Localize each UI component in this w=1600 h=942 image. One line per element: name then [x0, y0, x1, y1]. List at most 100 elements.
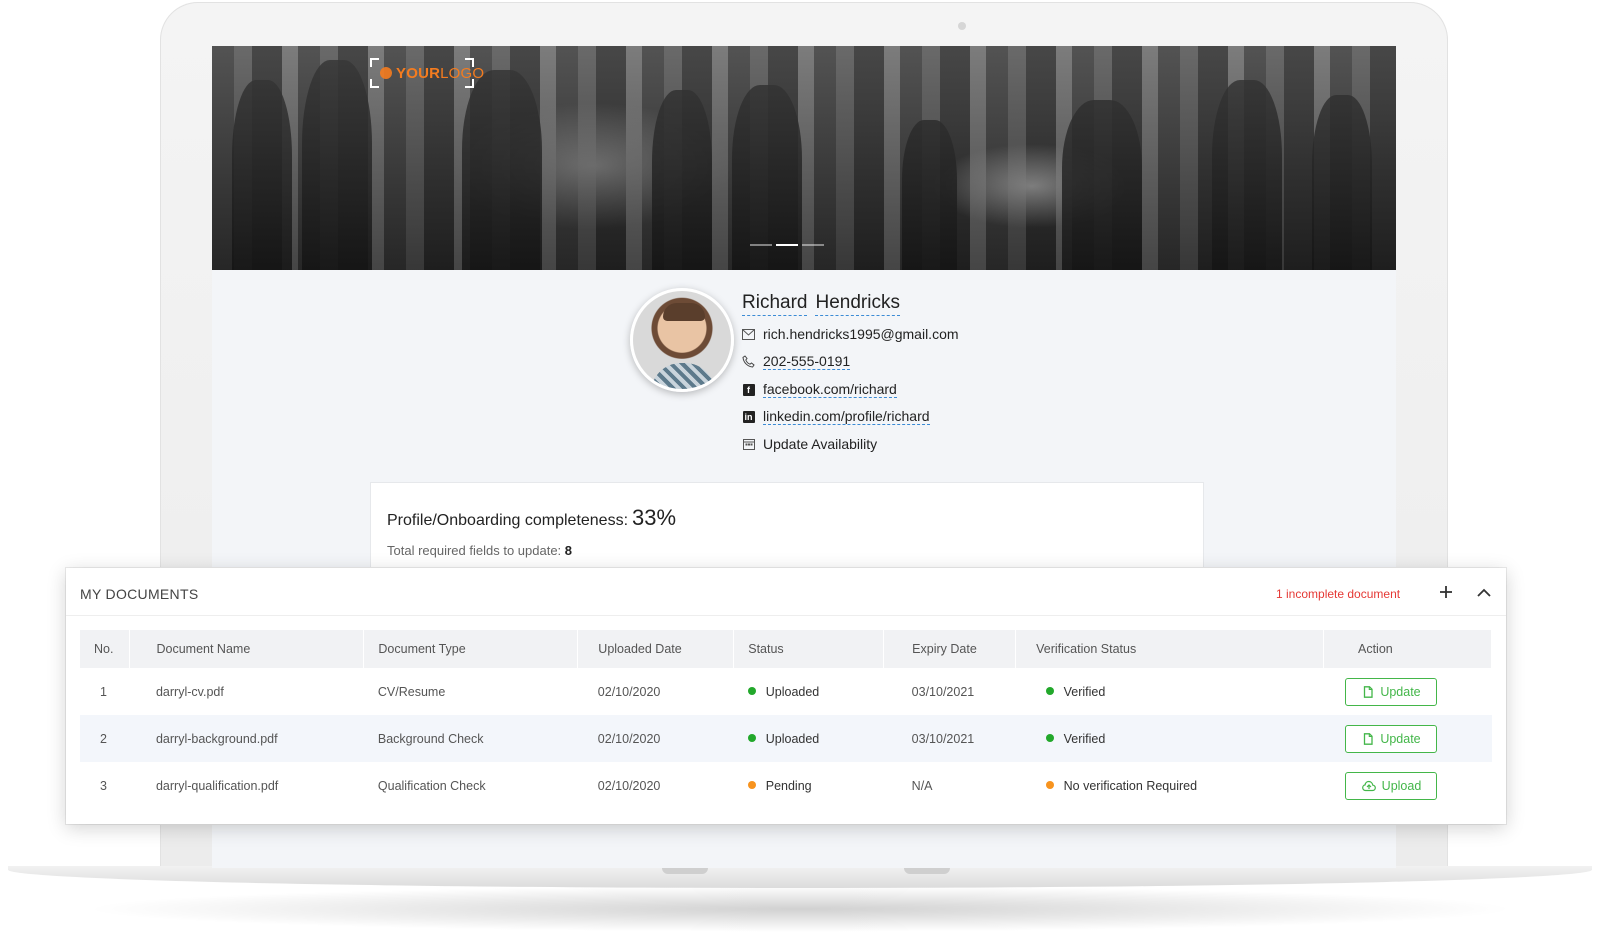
table-row: 1 darryl-cv.pdf CV/Resume 02/10/2020 Upl…: [80, 668, 1492, 715]
email-value[interactable]: rich.hendricks1995@gmail.com: [763, 326, 959, 342]
update-availability-link[interactable]: Update Availability: [763, 436, 877, 452]
status-dot-icon: [747, 781, 756, 790]
col-document-name[interactable]: Document Name: [129, 630, 365, 668]
incomplete-warning: 1 incomplete document: [1276, 587, 1401, 601]
linkedin-link[interactable]: linkedin.com/profile/richard: [763, 408, 930, 425]
envelope-icon: [742, 328, 755, 341]
cell-expiry-date: 03/10/2021: [883, 715, 1016, 762]
completeness-title: Profile/Onboarding completeness: 33%: [387, 505, 676, 531]
cell-action: Update: [1323, 715, 1492, 762]
status-text: Pending: [765, 778, 812, 793]
col-no[interactable]: No.: [80, 630, 131, 668]
documents-panel: MY DOCUMENTS 1 incomplete document No. D…: [66, 568, 1506, 824]
cell-expiry-date: 03/10/2021: [911, 684, 975, 699]
update-button[interactable]: Update: [1345, 677, 1438, 706]
upload-button[interactable]: Upload: [1345, 771, 1438, 800]
update-button-label: Update: [1380, 731, 1421, 746]
required-fields: Total required fields to update: 8: [387, 543, 572, 558]
first-name-field[interactable]: Richard: [742, 292, 808, 316]
completeness-percent: 33%: [632, 505, 677, 530]
documents-table: No. Document Name Document Type Uploaded…: [80, 630, 1493, 809]
required-fields-label: Total required fields to update:: [387, 543, 562, 558]
banner-figure: [302, 60, 372, 270]
banner-figure: [462, 70, 542, 270]
cell-verification-status: No verification Required: [1016, 762, 1324, 809]
banner-figure: [1212, 80, 1282, 270]
calendar-icon: [742, 438, 755, 451]
cell-status: Pending: [734, 762, 884, 809]
contact-availability: Update Availability: [742, 436, 877, 452]
laptop-shadow: [80, 886, 1520, 932]
cell-verification-status: Verified: [1016, 668, 1324, 715]
banner-figure: [1062, 100, 1142, 270]
verification-dot-icon: [1045, 781, 1054, 790]
update-button[interactable]: Update: [1345, 724, 1438, 753]
logo-mark-icon: [380, 67, 392, 79]
status-dot-icon: [747, 687, 756, 696]
table-row: 3 darryl-qualification.pdf Qualification…: [80, 762, 1492, 809]
contact-facebook: f facebook.com/richard: [742, 381, 897, 398]
brand-logo[interactable]: YOURLOGO: [370, 58, 484, 88]
slider-dot[interactable]: [802, 244, 824, 246]
cell-document-type: CV/Resume: [377, 684, 446, 699]
phone-link[interactable]: 202-555-0191: [763, 353, 851, 370]
cell-expiry-date: N/A: [911, 778, 933, 793]
plus-icon: [1440, 586, 1452, 598]
table-row: 2 darryl-background.pdf Background Check…: [80, 715, 1492, 762]
banner-figure: [1312, 95, 1372, 270]
table-header-row: No. Document Name Document Type Uploaded…: [80, 630, 1493, 668]
stage: YOURLOGO Richard Hendricks rich.hendrick…: [0, 0, 1600, 942]
col-status[interactable]: Status: [733, 630, 885, 668]
camera-dot: [958, 22, 966, 30]
banner-figure: [902, 120, 957, 270]
col-expiry-date[interactable]: Expiry Date: [883, 630, 1017, 668]
document-icon: [1364, 685, 1373, 698]
status-text: Uploaded: [765, 684, 820, 699]
contact-linkedin: in linkedin.com/profile/richard: [742, 408, 930, 425]
cloud-upload-icon: [1361, 780, 1376, 791]
facebook-icon: f: [742, 383, 755, 396]
col-verification-status[interactable]: Verification Status: [1015, 630, 1324, 668]
last-name-field[interactable]: Hendricks: [815, 292, 900, 316]
cell-action: Update: [1323, 668, 1491, 715]
col-document-type[interactable]: Document Type: [363, 630, 579, 668]
cell-document-type: Qualification Check: [377, 778, 486, 793]
banner-figure: [652, 90, 712, 270]
chevron-up-icon: [1477, 588, 1491, 597]
cell-uploaded-date: 02/10/2020: [597, 778, 661, 793]
cell-status: Uploaded: [734, 668, 884, 715]
verification-text: Verified: [1063, 684, 1106, 699]
contact-email: rich.hendricks1995@gmail.com: [742, 326, 959, 342]
cell-no: 1: [100, 684, 107, 699]
slider-dot-active[interactable]: [776, 244, 798, 246]
slider-dot[interactable]: [750, 244, 772, 246]
cell-no: 2: [80, 715, 130, 762]
verification-dot-icon: [1045, 734, 1054, 743]
banner-figure: [232, 80, 292, 270]
cell-status: Uploaded: [733, 715, 884, 762]
header-banner: YOURLOGO: [212, 46, 1396, 270]
col-uploaded-date[interactable]: Uploaded Date: [577, 630, 735, 668]
facebook-link[interactable]: facebook.com/richard: [763, 381, 897, 398]
cell-uploaded-date: 02/10/2020: [597, 684, 661, 699]
add-document-button[interactable]: [1436, 580, 1456, 604]
cell-uploaded-date: 02/10/2020: [577, 715, 734, 762]
cell-document-name: darryl-cv.pdf: [155, 684, 224, 699]
status-text: Uploaded: [765, 731, 820, 746]
upload-button-label: Upload: [1381, 778, 1422, 793]
cell-no: 3: [100, 778, 107, 793]
verification-text: Verified: [1063, 731, 1106, 746]
banner-slider-dots: [750, 244, 824, 246]
avatar[interactable]: [630, 288, 734, 392]
verification-text: No verification Required: [1063, 778, 1198, 793]
required-fields-count: 8: [564, 543, 573, 558]
collapse-button[interactable]: [1476, 582, 1496, 602]
cell-verification-status: Verified: [1015, 715, 1324, 762]
documents-title: MY DOCUMENTS: [80, 586, 199, 602]
update-button-label: Update: [1380, 684, 1421, 699]
profile-name: Richard Hendricks: [742, 292, 900, 316]
col-action[interactable]: Action: [1323, 630, 1493, 668]
completeness-label: Profile/Onboarding completeness:: [387, 512, 629, 529]
cell-document-name: darryl-background.pdf: [129, 715, 364, 762]
logo-text: YOURLOGO: [396, 65, 485, 82]
